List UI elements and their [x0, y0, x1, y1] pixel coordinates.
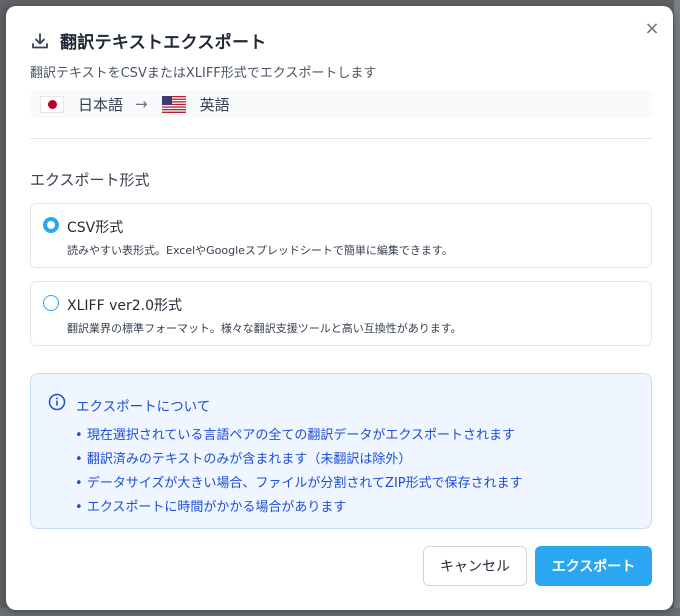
- export-button[interactable]: エクスポート: [535, 546, 652, 586]
- format-section-label: エクスポート形式: [30, 171, 150, 189]
- cancel-button[interactable]: キャンセル: [423, 546, 527, 586]
- info-circle-icon: [48, 393, 66, 411]
- export-info-box: エクスポートについて 現在選択されている言語ペアの全ての翻訳データがエクスポート…: [30, 373, 652, 529]
- close-icon[interactable]: ×: [643, 20, 661, 38]
- target-language: 英語: [199, 95, 230, 114]
- csv-option-description: 読みやすい表形式。ExcelやGoogleスプレッドシートで簡単に編集できます。: [67, 244, 453, 257]
- info-list: 現在選択されている言語ペアの全ての翻訳データがエクスポートされます 翻訳済みのテ…: [75, 424, 523, 520]
- info-item: エクスポートに時間がかかる場合があります: [75, 496, 523, 520]
- xliff-option-title: XLIFF ver2.0形式: [67, 298, 182, 314]
- info-title: エクスポートについて: [76, 399, 211, 415]
- dialog-subtitle: 翻訳テキストをCSVまたはXLIFF形式でエクスポートします: [30, 66, 377, 81]
- japan-flag-icon: [40, 95, 64, 113]
- us-flag-icon: [161, 95, 186, 113]
- info-item: 翻訳済みのテキストのみが含まれます（未翻訳は除外）: [75, 448, 523, 472]
- arrow-right-icon: →: [135, 95, 148, 113]
- backdrop-edge: [674, 0, 680, 616]
- divider: [30, 138, 652, 139]
- xliff-option-description: 翻訳業界の標準フォーマット。様々な翻訳支援ツールと高い互換性があります。: [67, 322, 462, 335]
- format-option-csv[interactable]: CSV形式 読みやすい表形式。ExcelやGoogleスプレッドシートで簡単に編…: [30, 203, 652, 268]
- source-language: 日本語: [78, 95, 124, 114]
- dialog-header: 翻訳テキストエクスポート 翻訳テキストをCSVまたはXLIFF形式でエクスポート…: [30, 28, 376, 81]
- export-dialog: × 翻訳テキストエクスポート 翻訳テキストをCSVまたはXLIFF形式でエクスポ…: [6, 6, 673, 610]
- title-row: 翻訳テキストエクスポート: [30, 28, 376, 53]
- dialog-title: 翻訳テキストエクスポート: [60, 33, 267, 53]
- xliff-radio[interactable]: [43, 295, 59, 311]
- download-icon: [32, 32, 48, 48]
- csv-option-title: CSV形式: [67, 220, 124, 236]
- language-pair: 日本語 → 英語: [30, 90, 652, 118]
- format-option-xliff[interactable]: XLIFF ver2.0形式 翻訳業界の標準フォーマット。様々な翻訳支援ツールと…: [30, 281, 652, 346]
- info-item: 現在選択されている言語ペアの全ての翻訳データがエクスポートされます: [75, 424, 523, 448]
- info-item: データサイズが大きい場合、ファイルが分割されてZIP形式で保存されます: [75, 472, 523, 496]
- csv-radio[interactable]: [43, 217, 59, 233]
